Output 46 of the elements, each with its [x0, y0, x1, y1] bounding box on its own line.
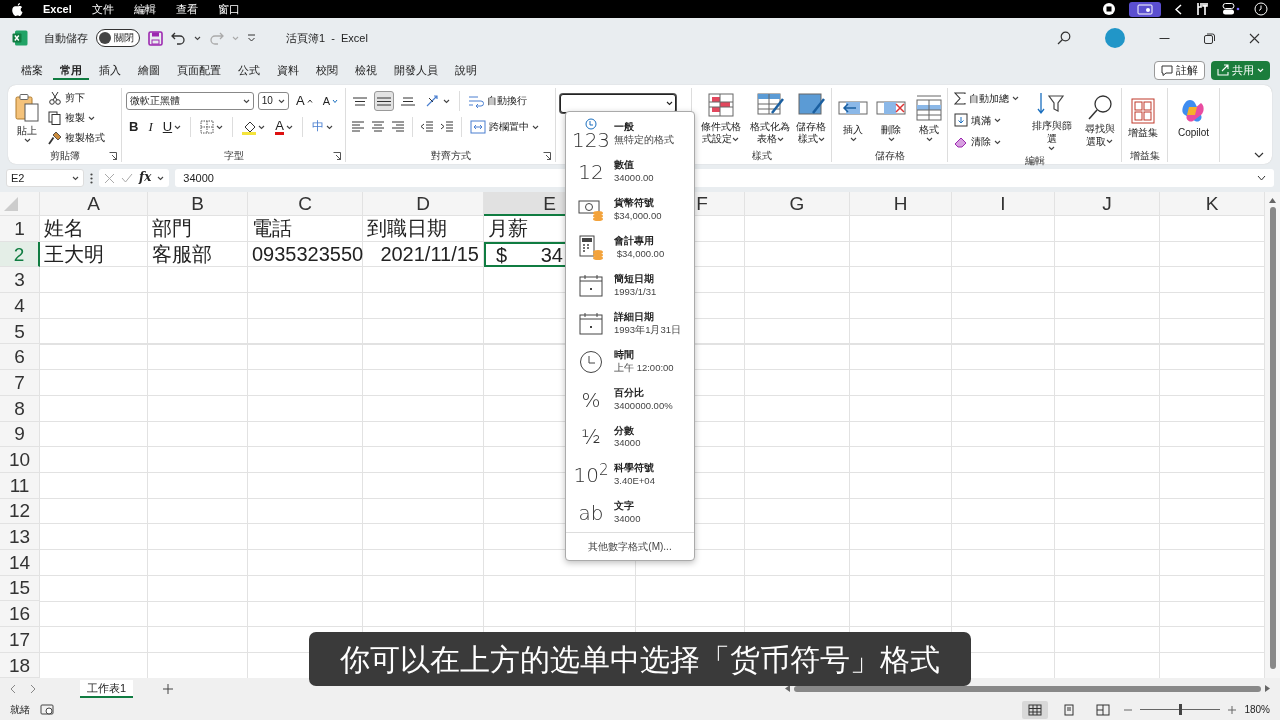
format-glyph: % — [581, 389, 601, 410]
table-cell: 部門 — [148, 216, 248, 242]
format-glyph: 123 — [571, 129, 611, 150]
format-glyph: ab — [578, 503, 604, 524]
option-title: 百分比 — [614, 387, 645, 399]
format-glyph: 12 — [578, 161, 604, 182]
cell-value: 34 — [540, 244, 563, 265]
currency-symbol: $ — [496, 244, 508, 265]
table-cell: 姓名 — [40, 216, 148, 242]
option-title: 數值 — [614, 160, 635, 171]
option-title: 詳細日期 — [614, 311, 655, 323]
table-cell: 客服部 — [148, 241, 248, 268]
group-label: 剪貼簿 — [49, 149, 80, 163]
option-example: 1993年1月31日 — [614, 324, 681, 336]
option-example: 上午 12:00:00 — [614, 362, 674, 374]
status-text: 就緒 — [10, 703, 30, 718]
group-label: 字型 — [223, 149, 244, 163]
group-label: 樣式 — [751, 149, 772, 163]
option-example: 34000 — [614, 438, 641, 450]
option-example: $34,000.00 — [615, 248, 665, 260]
autosave-label: 自動儲存 — [44, 30, 88, 46]
table-cell: 0935323550 — [248, 241, 363, 268]
video-caption: 你可以在上方的选单中选择「货币符号」格式 — [309, 632, 971, 686]
group-label: 增益集 — [1129, 149, 1160, 163]
table-cell: 電話 — [248, 216, 363, 242]
option-title: 一般 — [614, 122, 635, 133]
option-example: 34000 — [614, 514, 641, 526]
group-label: 對齊方式 — [430, 149, 471, 163]
table-cell: 2021/11/15 — [363, 241, 484, 268]
option-example: 無特定的格式 — [614, 134, 674, 146]
option-example: 3400000.00% — [614, 400, 673, 412]
option-example: 34000.00 — [614, 172, 654, 184]
table-cell: 王大明 — [40, 241, 148, 268]
window-title: 活頁簿1 - Excel — [286, 30, 368, 46]
group-label: 儲存格 — [874, 149, 905, 163]
option-title: 時間 — [614, 349, 635, 361]
option-example: 3.40E+04 — [614, 476, 655, 488]
option-title: 分數 — [614, 425, 635, 437]
format-glyph: ½ — [581, 427, 601, 448]
group-label: 編輯 — [1024, 154, 1045, 168]
option-title: 文字 — [614, 501, 635, 513]
format-glyph: 10$^{2}$ — [573, 465, 609, 486]
option-title: 科學符號 — [614, 463, 655, 475]
option-title: 簡短日期 — [614, 273, 655, 285]
table-cell: 到職日期 — [363, 216, 484, 242]
option-example: 1993/1/31 — [614, 286, 657, 298]
